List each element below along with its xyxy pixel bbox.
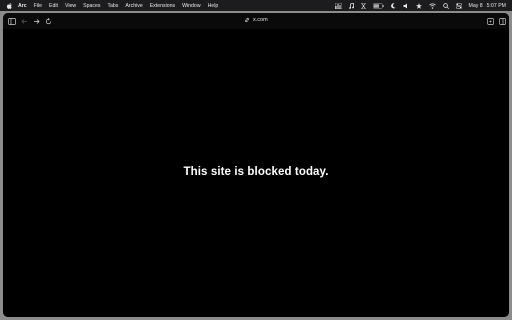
browser-toolbar: x.com bbox=[3, 13, 509, 29]
search-icon[interactable] bbox=[442, 2, 449, 10]
apple-icon[interactable] bbox=[7, 2, 12, 9]
menu-spaces[interactable]: Spaces bbox=[83, 3, 100, 9]
star-icon[interactable] bbox=[415, 2, 422, 10]
sidebar-toggle-icon[interactable] bbox=[8, 16, 16, 26]
menubar-time[interactable]: 5:07 PM bbox=[487, 3, 506, 9]
menu-view[interactable]: View bbox=[65, 3, 76, 9]
page-content: This site is blocked today. bbox=[3, 29, 509, 317]
bar-chart-icon[interactable] bbox=[334, 2, 342, 10]
extension-icon[interactable] bbox=[487, 16, 494, 26]
url-text: x.com bbox=[253, 17, 268, 23]
link-icon bbox=[244, 17, 250, 23]
menu-help[interactable]: Help bbox=[208, 3, 219, 9]
status-area: May 8 5:07 PM bbox=[328, 2, 506, 10]
url-display[interactable]: x.com bbox=[244, 17, 268, 23]
menu-tabs[interactable]: Tabs bbox=[107, 3, 118, 9]
control-center-icon[interactable] bbox=[455, 2, 462, 10]
menubar-date[interactable]: May 8 bbox=[469, 3, 483, 9]
forward-arrow-icon[interactable] bbox=[33, 16, 40, 26]
menu-arc[interactable]: Arc bbox=[18, 3, 27, 9]
wifi-icon[interactable] bbox=[428, 2, 436, 10]
browser-window: x.com This site is blocked today. bbox=[3, 13, 509, 317]
music-icon[interactable] bbox=[348, 2, 354, 10]
menu-archive[interactable]: Archive bbox=[125, 3, 142, 9]
blocked-message: This site is blocked today. bbox=[183, 166, 329, 178]
menu-window[interactable]: Window bbox=[182, 3, 200, 9]
split-view-icon[interactable] bbox=[499, 16, 506, 26]
reload-icon[interactable] bbox=[45, 16, 52, 26]
menu-bar: Arc File Edit View Spaces Tabs Archive E… bbox=[0, 0, 512, 11]
menu-file[interactable]: File bbox=[34, 3, 42, 9]
volume-icon[interactable] bbox=[403, 2, 409, 10]
battery-icon[interactable] bbox=[372, 2, 384, 10]
menu-edit[interactable]: Edit bbox=[49, 3, 58, 9]
back-arrow-icon[interactable] bbox=[21, 16, 28, 26]
menu-extensions[interactable]: Extensions bbox=[150, 3, 175, 9]
moon-icon[interactable] bbox=[390, 2, 396, 10]
hourglass-icon[interactable] bbox=[360, 2, 366, 10]
